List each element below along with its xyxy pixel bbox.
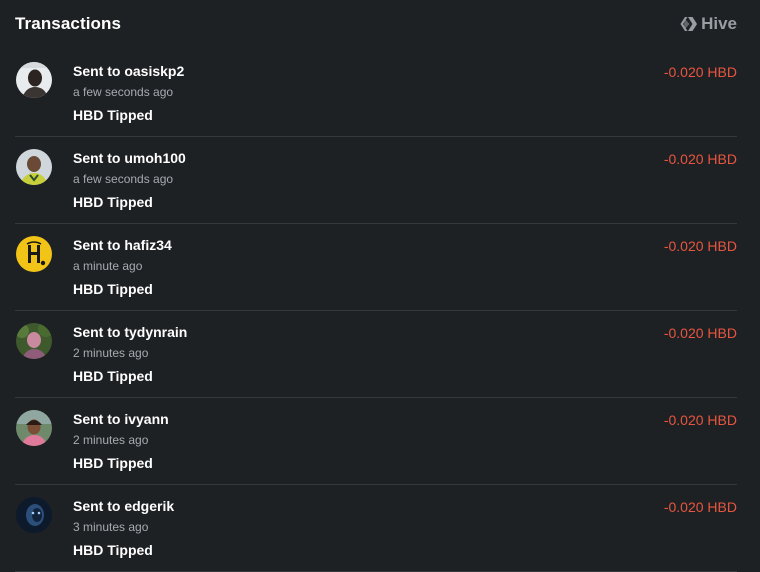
transaction-amount: -0.020 HBD	[663, 64, 737, 80]
hive-brand[interactable]: Hive	[680, 14, 737, 34]
transaction-memo: HBD Tipped	[73, 455, 153, 471]
recipient-link[interactable]: oasiskp2	[124, 63, 184, 79]
user-avatar-tydynrain[interactable]	[16, 323, 52, 359]
transaction-memo: HBD Tipped	[73, 368, 153, 384]
transaction-amount: -0.020 HBD	[663, 499, 737, 515]
transaction-list: Sent to oasiskp2 a few seconds ago HBD T…	[15, 50, 737, 572]
transactions-panel: Transactions Hive Sent to oasiskp2 a few…	[0, 0, 760, 572]
transaction-time: 2 minutes ago	[73, 433, 149, 447]
transaction-time: 3 minutes ago	[73, 520, 149, 534]
user-avatar-oasiskp2[interactable]	[16, 62, 52, 98]
transaction-prefix: Sent to	[73, 324, 121, 340]
transaction-prefix: Sent to	[73, 63, 121, 79]
transaction-title: Sent to ivyann	[73, 411, 169, 427]
panel-title: Transactions	[15, 14, 122, 33]
transaction-row[interactable]: Sent to tydynrain 2 minutes ago HBD Tipp…	[15, 311, 737, 398]
transaction-row[interactable]: Sent to umoh100 a few seconds ago HBD Ti…	[15, 137, 737, 224]
transaction-time: a few seconds ago	[73, 85, 174, 99]
transaction-title: Sent to umoh100	[73, 150, 186, 166]
transaction-row[interactable]: Sent to oasiskp2 a few seconds ago HBD T…	[15, 50, 737, 137]
user-avatar-umoh100[interactable]	[16, 149, 52, 185]
transaction-amount: -0.020 HBD	[663, 325, 737, 341]
transaction-time: 2 minutes ago	[73, 346, 149, 360]
transaction-prefix: Sent to	[73, 237, 121, 253]
user-avatar-edgerik[interactable]	[16, 497, 52, 533]
recipient-link[interactable]: tydynrain	[124, 324, 187, 340]
panel-header: Transactions Hive	[15, 0, 737, 48]
recipient-link[interactable]: hafiz34	[124, 237, 171, 253]
transaction-memo: HBD Tipped	[73, 194, 153, 210]
hive-logo-icon	[680, 16, 698, 32]
transaction-time: a minute ago	[73, 259, 143, 273]
transaction-title: Sent to hafiz34	[73, 237, 172, 253]
recipient-link[interactable]: umoh100	[124, 150, 185, 166]
recipient-link[interactable]: ivyann	[124, 411, 168, 427]
transaction-title: Sent to edgerik	[73, 498, 174, 514]
transaction-memo: HBD Tipped	[73, 542, 153, 558]
transaction-amount: -0.020 HBD	[663, 412, 737, 428]
transaction-prefix: Sent to	[73, 150, 121, 166]
transaction-amount: -0.020 HBD	[663, 238, 737, 254]
transaction-row[interactable]: Sent to hafiz34 a minute ago HBD Tipped …	[15, 224, 737, 311]
user-avatar-hafiz34[interactable]	[16, 236, 52, 272]
user-avatar-ivyann[interactable]	[16, 410, 52, 446]
transaction-memo: HBD Tipped	[73, 107, 153, 123]
transaction-amount: -0.020 HBD	[663, 151, 737, 167]
transaction-prefix: Sent to	[73, 411, 121, 427]
transaction-title: Sent to oasiskp2	[73, 63, 184, 79]
transaction-row[interactable]: Sent to edgerik 3 minutes ago HBD Tipped…	[15, 485, 737, 572]
transaction-title: Sent to tydynrain	[73, 324, 187, 340]
hive-brand-label: Hive	[701, 14, 737, 33]
transaction-time: a few seconds ago	[73, 172, 174, 186]
transaction-memo: HBD Tipped	[73, 281, 153, 297]
recipient-link[interactable]: edgerik	[124, 498, 174, 514]
transaction-prefix: Sent to	[73, 498, 121, 514]
transaction-row[interactable]: Sent to ivyann 2 minutes ago HBD Tipped …	[15, 398, 737, 485]
